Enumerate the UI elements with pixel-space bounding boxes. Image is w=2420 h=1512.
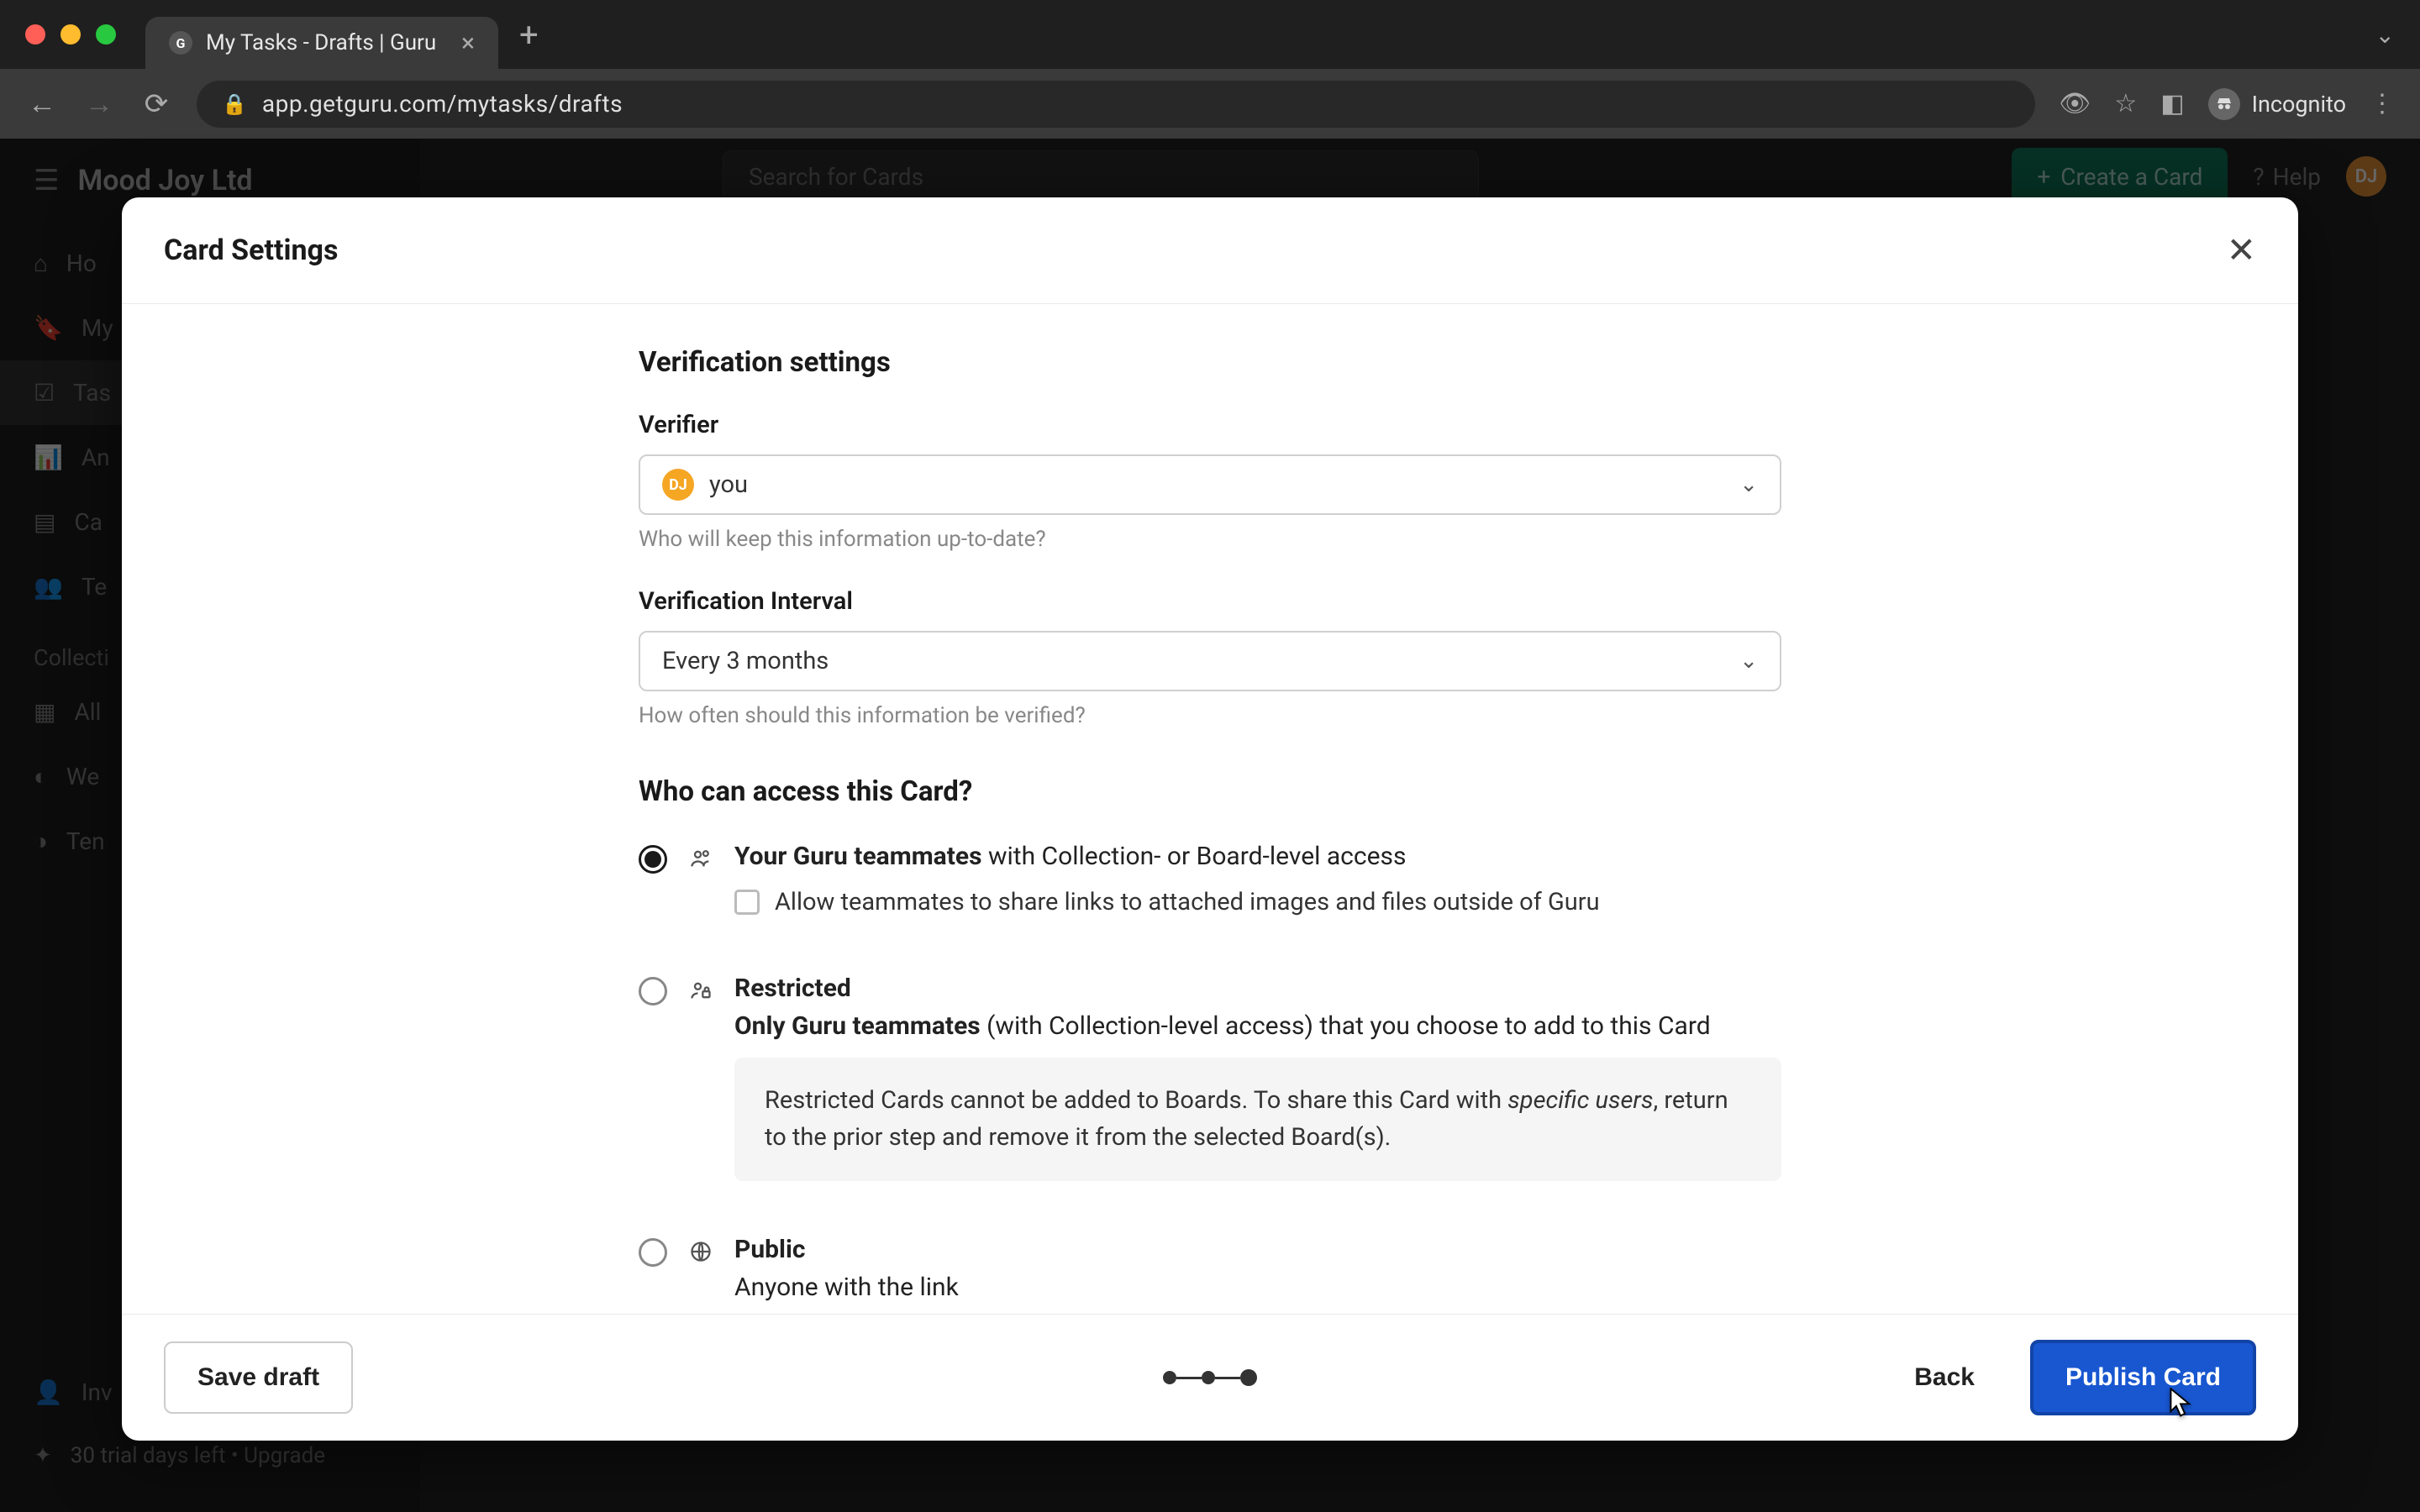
save-draft-button[interactable]: Save draft [164,1341,353,1414]
tab-close-icon[interactable]: × [461,29,475,58]
browser-chrome: G My Tasks - Drafts | Guru × + ⌄ ← → ⟳ 🔒… [0,0,2420,139]
access-option-public[interactable]: Public Anyone with the link [639,1235,1781,1302]
favicon: G [169,31,192,55]
verifier-hint: Who will keep this information up-to-dat… [639,527,1781,552]
chevron-down-icon: ⌄ [1739,472,1758,497]
chevron-down-icon: ⌄ [1739,648,1758,674]
step-indicator [1163,1369,1257,1386]
step-line [1176,1377,1202,1379]
access-restricted-sub: Only Guru teammates (with Collection-lev… [734,1011,1781,1041]
modal-overlay: Card Settings ✕ Verification settings Ve… [0,139,2420,1512]
radio-public[interactable] [639,1238,667,1267]
allow-share-option[interactable]: Allow teammates to share links to attach… [734,888,1781,916]
access-restricted-label: Restricted [734,974,1781,1003]
verification-section-title: Verification settings [639,346,1781,379]
window-maximize-button[interactable] [96,24,116,45]
radio-restricted[interactable] [639,977,667,1005]
close-icon[interactable]: ✕ [2227,229,2256,271]
interval-label: Verification Interval [639,587,1781,616]
restricted-note: Restricted Cards cannot be added to Boar… [734,1058,1781,1181]
window-close-button[interactable] [25,24,45,45]
forward-button[interactable]: → [82,87,116,121]
address-bar: ← → ⟳ 🔒 app.getguru.com/mytasks/drafts 👁… [0,69,2420,139]
step-dot-current [1240,1369,1257,1386]
step-dot [1202,1371,1215,1384]
interval-field: Verification Interval Every 3 months ⌄ H… [639,587,1781,728]
user-lock-icon [687,977,714,1004]
incognito-indicator[interactable]: Incognito [2208,88,2346,120]
modal-footer: Save draft Back Publish Card [122,1314,2298,1441]
interval-hint: How often should this information be ver… [639,703,1781,728]
tab-bar: G My Tasks - Drafts | Guru × + ⌄ [0,0,2420,69]
modal-title: Card Settings [164,234,338,267]
tab-title: My Tasks - Drafts | Guru [206,30,448,55]
incognito-icon [2208,88,2240,120]
window-minimize-button[interactable] [60,24,81,45]
access-section-title: Who can access this Card? [639,775,1781,808]
window-controls [25,24,116,45]
extension-icon[interactable]: ◧ [2160,89,2184,118]
verifier-field: Verifier DJ you ⌄ Who will keep this inf… [639,411,1781,552]
verifier-label: Verifier [639,411,1781,439]
new-tab-button[interactable]: + [519,15,539,55]
radio-teammates[interactable] [639,845,667,874]
step-line [1215,1377,1240,1379]
access-option-restricted[interactable]: Restricted Only Guru teammates (with Col… [639,974,1781,1211]
url-input[interactable]: 🔒 app.getguru.com/mytasks/drafts [197,81,2035,128]
interval-select[interactable]: Every 3 months ⌄ [639,631,1781,691]
publish-card-button[interactable]: Publish Card [2030,1340,2256,1415]
step-dot [1163,1371,1176,1384]
kebab-menu-icon[interactable]: ⋮ [2370,89,2395,118]
verifier-value: you [709,470,748,499]
url-text: app.getguru.com/mytasks/drafts [262,90,623,118]
back-button[interactable]: ← [25,87,59,121]
eye-off-icon[interactable]: 👁 [2059,89,2091,118]
allow-share-label: Allow teammates to share links to attach… [775,888,1600,916]
modal-body: Verification settings Verifier DJ you ⌄ … [122,304,2298,1314]
reload-button[interactable]: ⟳ [139,87,173,121]
card-settings-modal: Card Settings ✕ Verification settings Ve… [122,197,2298,1441]
star-icon[interactable]: ☆ [2114,89,2137,118]
modal-header: Card Settings ✕ [122,197,2298,304]
incognito-label: Incognito [2252,91,2346,118]
verifier-select[interactable]: DJ you ⌄ [639,454,1781,515]
interval-value: Every 3 months [662,647,829,675]
lock-icon: 🔒 [222,92,247,116]
back-button[interactable]: Back [1882,1343,2007,1412]
globe-icon [687,1238,714,1265]
access-public-sub: Anyone with the link [734,1273,1781,1302]
access-public-label: Public [734,1235,1781,1264]
browser-tab[interactable]: G My Tasks - Drafts | Guru × [145,17,498,69]
tab-overflow-icon[interactable]: ⌄ [2375,21,2395,49]
users-icon [687,845,714,872]
allow-share-checkbox[interactable] [734,890,760,915]
access-teammates-label: Your Guru teammates with Collection- or … [734,842,1781,871]
verifier-avatar: DJ [662,469,694,501]
access-option-teammates[interactable]: Your Guru teammates with Collection- or … [639,842,1781,950]
